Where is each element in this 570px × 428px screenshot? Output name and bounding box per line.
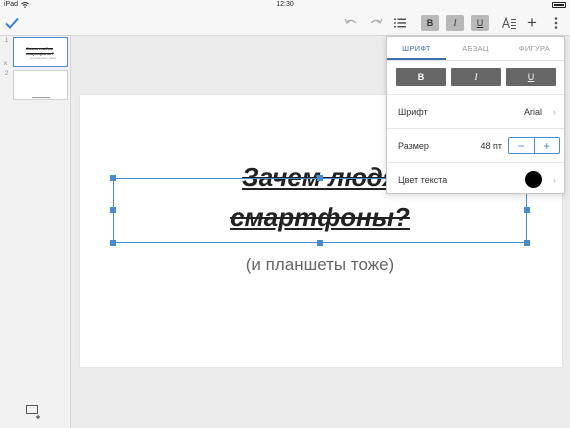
chevron-right-icon: › bbox=[553, 175, 556, 185]
redo-button[interactable] bbox=[368, 16, 384, 30]
checkmark-icon bbox=[5, 17, 19, 29]
insert-button[interactable]: + bbox=[524, 13, 540, 32]
battery-icon bbox=[552, 2, 566, 8]
done-check-button[interactable] bbox=[4, 15, 20, 31]
more-vertical-icon bbox=[554, 17, 558, 29]
size-row: Размер 48 пт − + bbox=[387, 128, 564, 162]
resize-handle-middle-left[interactable] bbox=[110, 207, 116, 213]
text-format-popover: ШРИФТ АБЗАЦ ФИГУРА B I U Шрифт Arial › Р… bbox=[386, 36, 565, 194]
bold-button[interactable]: B bbox=[421, 15, 439, 31]
thumbnail-line bbox=[32, 97, 50, 98]
resize-handle-top-left[interactable] bbox=[110, 175, 116, 181]
font-label: Шрифт bbox=[398, 107, 428, 117]
popover-underline-button[interactable]: U bbox=[506, 68, 556, 86]
status-time: 12:30 bbox=[276, 1, 294, 8]
undo-icon bbox=[344, 18, 357, 24]
resize-handle-top-center[interactable] bbox=[317, 175, 323, 181]
status-bar: iPad 12:30 bbox=[0, 0, 570, 11]
chevron-right-icon: › bbox=[553, 107, 556, 117]
size-label: Размер bbox=[398, 141, 429, 151]
popover-tabs: ШРИФТ АБЗАЦ ФИГУРА bbox=[387, 37, 564, 61]
slide-thumbnail-1[interactable]: Зачем людям смартфоны? (и планшеты тоже) bbox=[13, 37, 68, 67]
font-row[interactable]: Шрифт Arial › bbox=[387, 94, 564, 128]
text-format-icon bbox=[502, 17, 516, 29]
undo-button[interactable] bbox=[343, 16, 359, 30]
slide-number-1: 1 bbox=[5, 38, 9, 44]
slide-number-2: 2 bbox=[5, 71, 9, 77]
decrease-size-button[interactable]: − bbox=[509, 138, 535, 153]
delete-slide-icon[interactable]: × bbox=[3, 59, 8, 68]
thumbnail-title: Зачем людям смартфоны? bbox=[26, 46, 54, 56]
popover-italic-button[interactable]: I bbox=[451, 68, 501, 86]
tab-paragraph[interactable]: АБЗАЦ bbox=[446, 37, 505, 60]
font-value: Arial bbox=[523, 107, 542, 117]
toolbar: B I U + bbox=[0, 11, 570, 36]
add-slide-button[interactable] bbox=[26, 405, 42, 419]
underline-button[interactable]: U bbox=[471, 15, 489, 31]
bulleted-list-icon bbox=[394, 18, 406, 28]
text-format-button[interactable] bbox=[500, 15, 518, 31]
resize-handle-bottom-left[interactable] bbox=[110, 240, 116, 246]
size-value: 48 пт bbox=[480, 141, 502, 151]
bulleted-list-button[interactable] bbox=[393, 16, 407, 30]
resize-handle-middle-right[interactable] bbox=[524, 207, 530, 213]
slide-thumbnail-2[interactable] bbox=[13, 70, 68, 100]
add-slide-icon bbox=[26, 405, 40, 419]
slide-subtitle[interactable]: (и планшеты тоже) bbox=[113, 255, 527, 275]
italic-button[interactable]: I bbox=[446, 15, 464, 31]
thumbnail-subtitle: (и планшеты тоже) bbox=[30, 56, 57, 60]
size-stepper[interactable]: − + bbox=[508, 137, 560, 154]
redo-icon bbox=[370, 18, 383, 24]
text-color-label: Цвет текста bbox=[398, 175, 448, 185]
resize-handle-bottom-right[interactable] bbox=[524, 240, 530, 246]
increase-size-button[interactable]: + bbox=[535, 138, 560, 153]
tab-shape[interactable]: ФИГУРА bbox=[505, 37, 564, 60]
popover-bold-button[interactable]: B bbox=[396, 68, 446, 86]
more-options-button[interactable] bbox=[548, 15, 564, 31]
resize-handle-bottom-center[interactable] bbox=[317, 240, 323, 246]
tab-font[interactable]: ШРИФТ bbox=[387, 37, 446, 60]
text-color-row[interactable]: Цвет текста › bbox=[387, 162, 564, 196]
text-color-swatch bbox=[525, 171, 542, 188]
